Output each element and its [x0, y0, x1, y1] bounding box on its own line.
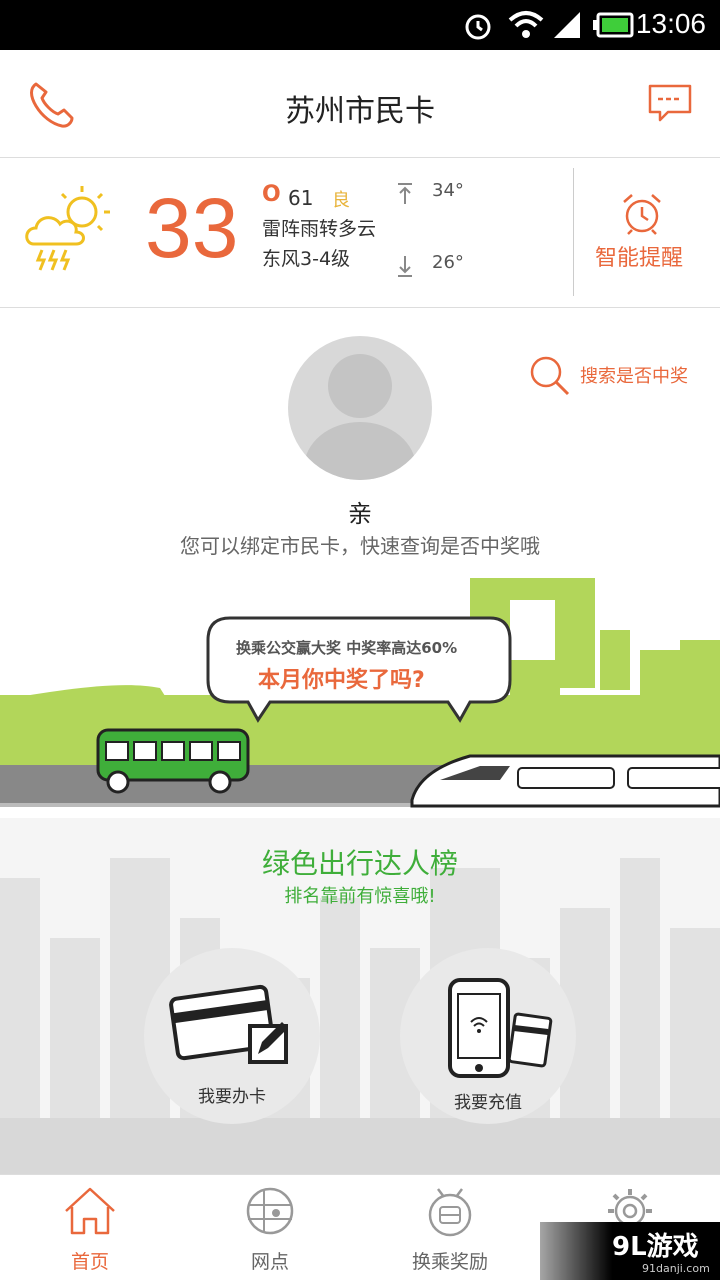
weather-condition: 雷阵雨转多云: [262, 218, 377, 240]
divider: [573, 168, 574, 296]
nav-home-label: 首页: [70, 1251, 109, 1273]
alarm-clock-icon[interactable]: [620, 192, 664, 236]
recharge-label: 我要充值: [454, 1093, 522, 1113]
nav-outlets-label: 网点: [250, 1251, 289, 1273]
aqi-value: 61: [288, 186, 314, 210]
search-icon: [530, 356, 570, 396]
watermark-site: 91danji.com: [642, 1262, 710, 1275]
wifi-icon: [508, 11, 544, 38]
nav-transfer-reward-label: 换乘奖励: [411, 1251, 488, 1273]
thunderstorm-cloudy-icon: [25, 186, 110, 271]
wind-info: 东风3-4级: [262, 248, 351, 270]
weather-panel: 33 O 61 良 雷阵雨转多云 东风3-4级 34° 26° 智能提醒: [0, 158, 720, 308]
default-user-icon: [304, 354, 416, 480]
alarm-status-icon: [465, 14, 491, 40]
card-edit-icon: [169, 984, 288, 1064]
bind-card-hint: 您可以绑定市民卡，快速查询是否中奖哦: [180, 534, 540, 558]
message-icon[interactable]: [646, 80, 694, 128]
watermark-logo: 9L游戏: [612, 1232, 699, 1262]
signal-icon: [554, 12, 580, 38]
nav-home[interactable]: 首页: [0, 1175, 180, 1280]
train-illustration: [410, 754, 720, 808]
apply-card-button[interactable]: 我要办卡: [144, 948, 320, 1124]
status-bar: 13:06: [0, 0, 720, 50]
temperature: 33: [145, 181, 239, 275]
clock: 13:06: [635, 8, 706, 39]
search-win-button[interactable]: 搜索是否中奖: [528, 354, 688, 396]
temp-low: 26°: [432, 252, 464, 273]
green-travel-subtitle: 排名靠前有惊喜哦!: [284, 886, 436, 907]
aqi-indicator: O: [262, 182, 281, 207]
avatar[interactable]: [288, 336, 432, 480]
transfer-reward-banner[interactable]: [0, 570, 720, 818]
arrow-down-icon: [398, 256, 412, 277]
temp-high: 34°: [432, 180, 464, 201]
arrow-up-icon: [398, 183, 412, 204]
battery-icon: [593, 12, 634, 38]
green-travel-title: 绿色出行达人榜: [261, 847, 458, 880]
apply-card-label: 我要办卡: [198, 1087, 266, 1107]
greeting: 亲: [348, 500, 372, 528]
banner-line-2: 本月你中奖了吗?: [258, 668, 425, 693]
smart-reminder-button[interactable]: 智能提醒: [595, 240, 683, 272]
nav-outlets[interactable]: 网点: [180, 1175, 360, 1280]
home-icon: [65, 1187, 115, 1235]
app-header: 苏州市民卡: [0, 50, 720, 158]
phone-recharge-icon: [448, 978, 553, 1078]
search-win-label: 搜索是否中奖: [580, 366, 688, 387]
recharge-button[interactable]: 我要充值: [400, 948, 576, 1124]
banner-line-1: 换乘公交赢大奖 中奖率高达60%: [236, 639, 458, 657]
nav-transfer-reward[interactable]: 换乘奖励: [360, 1175, 540, 1280]
location-grid-icon: [246, 1187, 294, 1235]
watermark: 9L游戏 91danji.com: [540, 1222, 720, 1280]
bus-reward-icon: [428, 1188, 472, 1237]
aqi-level: 良: [332, 190, 350, 211]
page-title: 苏州市民卡: [285, 94, 435, 129]
